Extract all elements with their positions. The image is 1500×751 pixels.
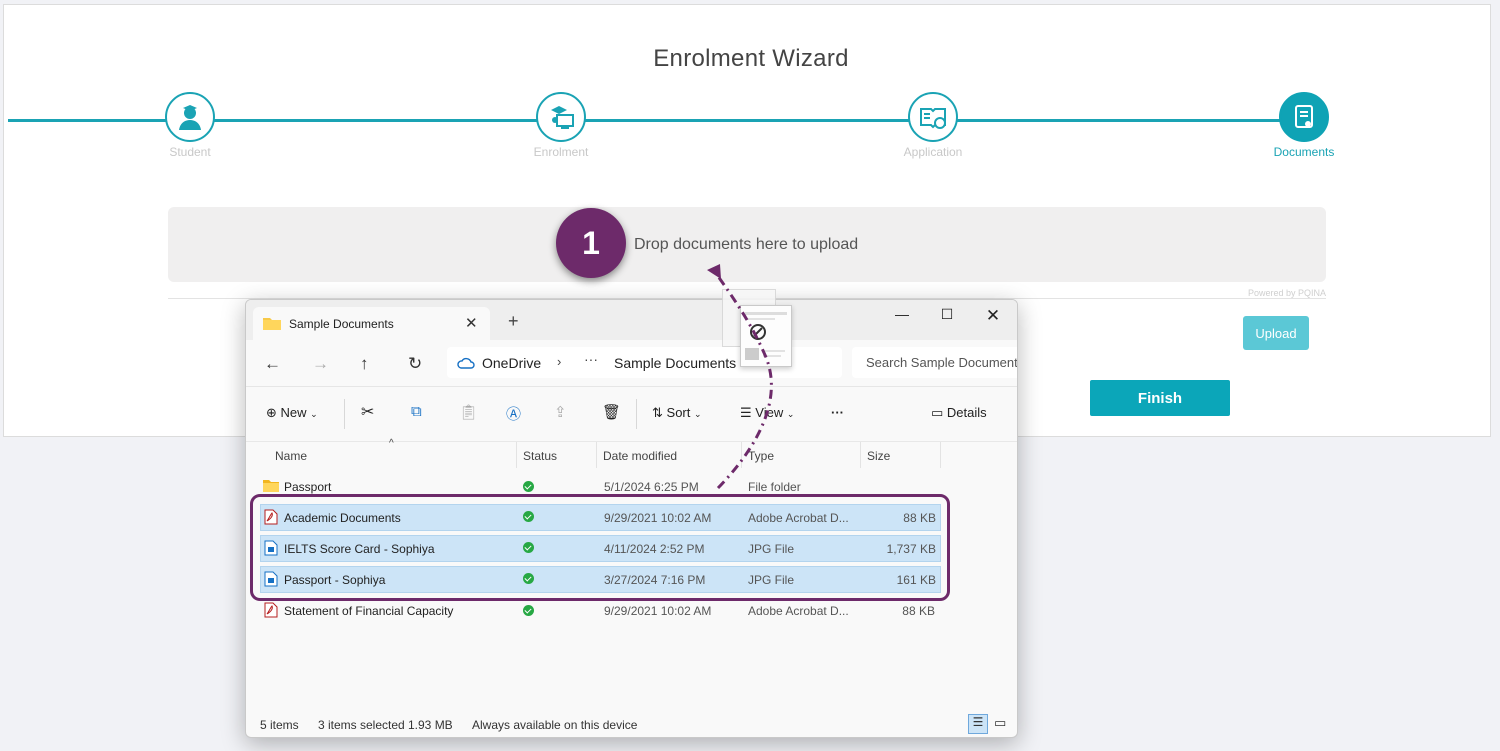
share-icon[interactable]: ⇪ [554, 403, 567, 421]
availability-status: Always available on this device [472, 718, 638, 732]
tab-sample-documents[interactable]: Sample Documents ✕ [253, 307, 490, 340]
forward-arrow-icon[interactable]: → [312, 354, 329, 374]
close-tab-icon[interactable]: ✕ [465, 314, 478, 332]
command-bar: ⊕ New ⌄ ✂ ⧉ 📋︎ Ⓐ ⇪ 🗑︎ ⇅ Sort ⌄ ☰ View ⌄ … [246, 386, 1017, 441]
column-divider[interactable] [860, 442, 861, 468]
upload-button[interactable]: Upload [1243, 316, 1309, 350]
search-placeholder: Search Sample Documents [866, 355, 1018, 370]
delete-icon[interactable]: 🗑︎ [602, 403, 621, 421]
plus-circle-icon: ⊕ [266, 405, 277, 420]
sort-caret-icon: ^ [389, 438, 394, 449]
tiles-view-icon[interactable]: ▭ [994, 715, 1006, 731]
minimize-icon[interactable]: — [887, 306, 917, 322]
step-label: Documents [1273, 145, 1335, 159]
new-button[interactable]: ⊕ New ⌄ [266, 405, 318, 421]
column-divider[interactable] [940, 442, 941, 468]
refresh-icon[interactable]: ↻ [408, 354, 422, 374]
new-label: New [280, 405, 307, 420]
tab-bar: Sample Documents ✕ + — ☐ ✕ [246, 300, 1017, 340]
column-divider[interactable] [596, 442, 597, 468]
documents-icon [1279, 92, 1329, 142]
column-size[interactable]: Size [867, 449, 890, 463]
selection-highlight-outline [250, 494, 950, 601]
step-application[interactable]: Application [853, 92, 1013, 159]
chevron-down-icon: ⌄ [310, 409, 318, 419]
item-count: 5 items [260, 718, 299, 732]
tab-title: Sample Documents [289, 317, 394, 331]
file-date: 5/1/2024 6:25 PM [604, 480, 699, 494]
column-divider[interactable] [516, 442, 517, 468]
details-button[interactable]: ▭ Details [931, 405, 987, 421]
folder-icon [263, 316, 281, 335]
column-status[interactable]: Status [523, 449, 557, 463]
sync-ok-icon [523, 481, 534, 492]
step-label: Enrolment [533, 145, 589, 159]
toolbar-separator [636, 399, 637, 429]
breadcrumb-overflow[interactable]: ··· [584, 351, 598, 367]
selected-size: 1.93 MB [408, 718, 453, 732]
paste-icon[interactable]: 📋︎ [459, 403, 478, 421]
breadcrumb-onedrive[interactable]: OneDrive [482, 355, 541, 371]
sort-button[interactable]: ⇅ Sort ⌄ [652, 405, 702, 421]
more-options-icon[interactable]: ··· [831, 405, 844, 420]
enrolment-icon [536, 92, 586, 142]
step-number-badge: 1 [556, 208, 626, 278]
back-arrow-icon[interactable]: ← [264, 354, 281, 374]
column-name[interactable]: Name [275, 449, 307, 463]
details-view-icon[interactable]: ☰ [968, 714, 988, 734]
cut-icon[interactable]: ✂ [361, 402, 374, 422]
maximize-icon[interactable]: ☐ [932, 306, 962, 323]
search-box[interactable]: Search Sample Documents [852, 347, 1018, 378]
file-name: Statement of Financial Capacity [284, 604, 454, 618]
finish-button[interactable]: Finish [1090, 380, 1230, 416]
column-date[interactable]: Date modified [603, 449, 677, 463]
copy-icon[interactable]: ⧉ [411, 403, 422, 420]
toolbar-separator [344, 399, 345, 429]
step-label: Application [903, 145, 963, 159]
new-tab-icon[interactable]: + [508, 311, 519, 332]
close-window-icon[interactable]: ✕ [978, 306, 1008, 326]
application-icon [908, 92, 958, 142]
pdf-file-icon [264, 602, 278, 621]
column-headers: Name ^ Status Date modified Type Size [246, 438, 1017, 468]
details-label: Details [946, 405, 987, 420]
up-arrow-icon[interactable]: ↑ [360, 354, 369, 374]
status-bar: 5 items 3 items selected 1.93 MB Always … [246, 710, 1017, 737]
file-type: Adobe Acrobat D... [748, 604, 849, 618]
step-enrolment[interactable]: Enrolment [481, 92, 641, 159]
student-icon [165, 92, 215, 142]
navigation-bar: ← → ↑ ↻ OneDrive › ··· Sample Documents … [246, 340, 1017, 386]
sync-ok-icon [523, 605, 534, 616]
sort-label: Sort [666, 405, 691, 420]
rename-icon[interactable]: Ⓐ [506, 403, 521, 424]
step-documents[interactable]: Documents [1224, 92, 1384, 159]
file-size: 88 KB [902, 604, 935, 618]
onedrive-cloud-icon [457, 356, 475, 374]
folder-icon [263, 479, 279, 495]
sort-icon: ⇅ [652, 405, 663, 420]
drag-arrow-icon [707, 264, 773, 490]
selected-count: 3 items selected [318, 718, 405, 732]
dropzone-text: Drop documents here to upload [634, 236, 859, 253]
file-date: 9/29/2021 10:02 AM [604, 604, 712, 618]
file-name: Passport [284, 480, 332, 494]
powered-by: Powered by PQINA [1247, 288, 1326, 298]
step-student[interactable]: Student [110, 92, 270, 159]
step-label: Student [169, 145, 211, 159]
file-row-statement-financial[interactable]: Statement of Financial Capacity 9/29/202… [260, 598, 939, 623]
chevron-right-icon: › [557, 354, 562, 369]
page-title: Enrolment Wizard [653, 45, 849, 72]
details-pane-icon: ▭ [931, 405, 944, 420]
